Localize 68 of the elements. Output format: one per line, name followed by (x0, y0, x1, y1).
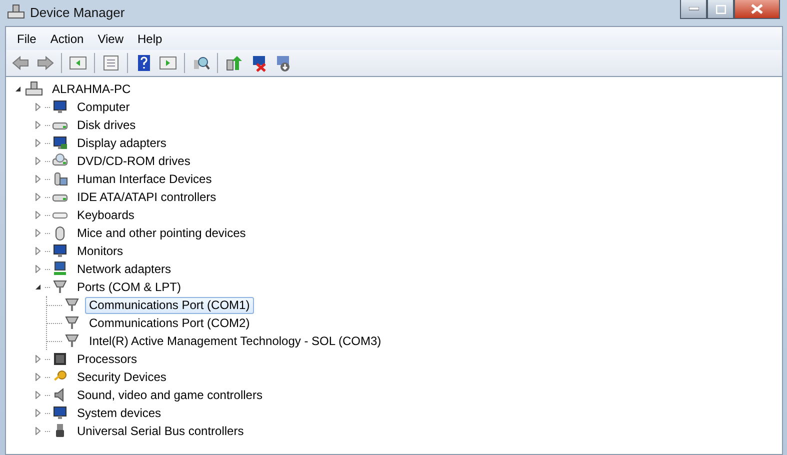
expand-arrow-icon[interactable] (34, 103, 42, 111)
tree-item[interactable]: Keyboards (73, 206, 138, 224)
display-card-icon (52, 135, 68, 151)
menu-item[interactable]: File (10, 30, 44, 48)
menu-item[interactable]: Action (43, 30, 91, 48)
tree-item[interactable]: Sound, video and game controllers (73, 386, 266, 404)
computer-icon (52, 99, 68, 115)
left-arrow-icon (12, 54, 30, 72)
panel-icon (69, 54, 87, 72)
tree-item[interactable]: IDE ATA/ATAPI controllers (73, 188, 220, 206)
expand-arrow-icon[interactable] (34, 247, 42, 255)
tree-item[interactable]: Display adapters (73, 134, 170, 152)
menu-item[interactable]: Help (130, 30, 170, 48)
expand-arrow-icon[interactable] (34, 355, 42, 363)
port-icon (64, 315, 80, 331)
expand-arrow-icon[interactable] (34, 391, 42, 399)
tree-item[interactable]: Monitors (73, 242, 128, 260)
tree-item[interactable]: Universal Serial Bus controllers (73, 422, 248, 440)
tree-item[interactable]: Human Interface Devices (73, 170, 216, 188)
magnifier-icon (192, 54, 210, 72)
tree-item[interactable]: Intel(R) Active Management Technology - SOL (COM3) (85, 332, 386, 350)
tree-item[interactable]: Mice and other pointing devices (73, 224, 250, 242)
expand-arrow-icon[interactable] (34, 175, 42, 183)
maximize-icon (716, 4, 726, 14)
minimize-button[interactable] (680, 0, 707, 19)
panel-icon (159, 54, 177, 72)
close-button[interactable] (734, 0, 780, 19)
port-icon (52, 279, 68, 295)
chip-icon (52, 351, 68, 367)
tree-item[interactable]: Communications Port (COM2) (85, 314, 254, 332)
expand-arrow-icon[interactable] (34, 211, 42, 219)
tree-item[interactable]: Security Devices (73, 368, 170, 386)
tree-item[interactable]: DVD/CD-ROM drives (73, 152, 194, 170)
document-icon (102, 54, 120, 72)
expand-arrow-icon[interactable] (34, 157, 42, 165)
expand-arrow-icon[interactable] (34, 373, 42, 381)
tree-item[interactable]: Computer (73, 98, 134, 116)
computer-icon (7, 4, 25, 20)
window-title: Device Manager (30, 4, 125, 20)
close-icon (751, 4, 763, 14)
expand-arrow-icon[interactable] (34, 427, 42, 435)
collapse-arrow-icon[interactable] (34, 283, 42, 291)
computer-icon (25, 81, 43, 97)
tree-item[interactable]: Ports (COM & LPT) (73, 278, 186, 296)
minimize-icon (688, 7, 698, 11)
menu-item[interactable]: View (90, 30, 130, 48)
expand-arrow-icon[interactable] (34, 139, 42, 147)
network-icon (52, 261, 68, 277)
expand-arrow-icon[interactable] (34, 409, 42, 417)
expand-arrow-icon[interactable] (34, 121, 42, 129)
tree-item[interactable]: Processors (73, 350, 142, 368)
expand-arrow-icon[interactable] (34, 265, 42, 273)
monitor-icon (52, 243, 68, 259)
tree-item[interactable]: Network adapters (73, 260, 176, 278)
up-arrow-icon (225, 54, 243, 72)
maximize-button[interactable] (707, 0, 734, 19)
port-icon (64, 333, 80, 349)
collapse-arrow-icon[interactable] (14, 85, 22, 93)
port-icon (64, 297, 80, 313)
right-arrow-icon (36, 54, 54, 72)
expand-arrow-icon[interactable] (34, 193, 42, 201)
tree-item[interactable]: Communications Port (COM1) (85, 296, 254, 314)
help-icon (135, 54, 153, 72)
tree-item[interactable]: Disk drives (73, 116, 140, 134)
tree-item[interactable]: ALRAHMA-PC (48, 80, 135, 98)
tree-item[interactable]: System devices (73, 404, 166, 422)
expand-arrow-icon[interactable] (34, 229, 42, 237)
computer-icon (52, 405, 68, 421)
